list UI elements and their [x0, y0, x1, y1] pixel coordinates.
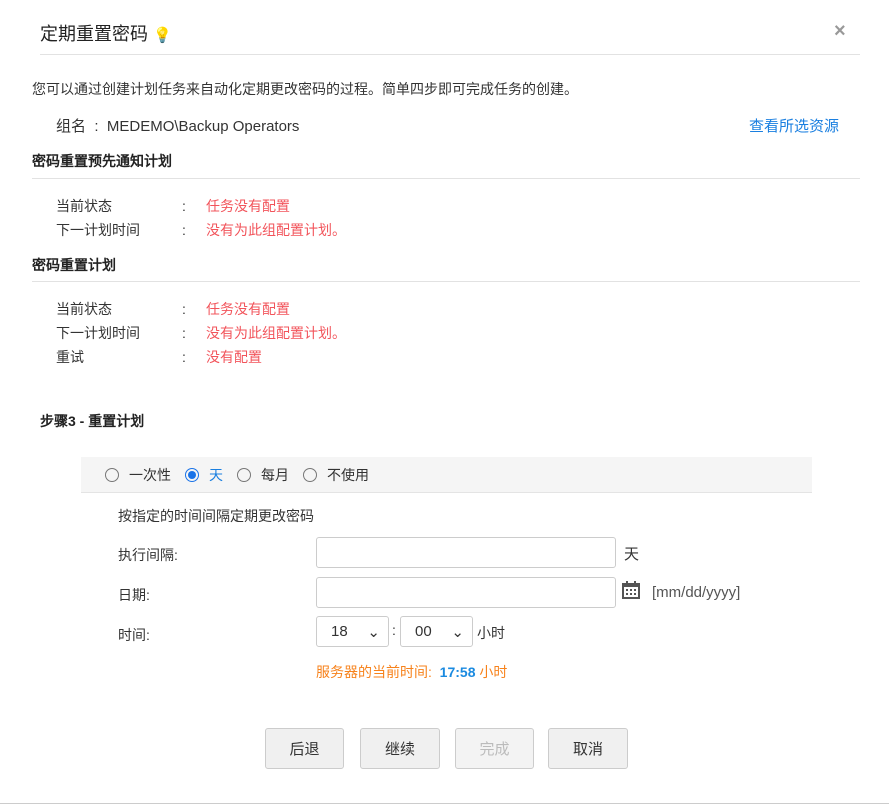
minute-select[interactable]: 00 ⌄ — [400, 616, 473, 647]
notify-row-status: 当前状态: 任务没有配置 — [56, 194, 346, 218]
colon: : — [182, 325, 186, 341]
lightbulb-icon: 💡 — [153, 27, 172, 44]
notify-heading: 密码重置预先通知计划 — [32, 153, 172, 169]
reset-heading: 密码重置计划 — [32, 257, 116, 273]
interval-unit: 天 — [624, 546, 640, 563]
dialog-title: 定期重置密码 💡 — [40, 20, 172, 46]
group-value: MEDEMO\Backup Operators — [106, 118, 300, 135]
row-value: 任务没有配置 — [206, 301, 290, 317]
server-time: 服务器的当前时间: 17:58 小时 — [316, 662, 507, 682]
row-label: 下一计划时间 — [56, 325, 140, 341]
notify-rows: 当前状态: 任务没有配置 下一计划时间: 没有为此组配置计划。 — [56, 194, 346, 242]
chevron-down-icon: ⌄ — [451, 623, 464, 641]
colon: : — [182, 198, 186, 214]
hour-select[interactable]: 18 ⌄ — [316, 616, 389, 647]
time-label: 时间: — [118, 627, 150, 643]
radio-daily[interactable] — [185, 467, 199, 482]
bottom-border — [0, 803, 889, 804]
calendar-icon[interactable] — [622, 581, 640, 602]
reset-row-status: 当前状态: 任务没有配置 — [56, 297, 346, 321]
hour-value: 18 — [331, 623, 348, 640]
continue-button[interactable]: 继续 — [360, 728, 440, 769]
date-input[interactable] — [316, 577, 616, 608]
divider — [32, 178, 860, 179]
group-label: 组名 — [56, 118, 87, 135]
reset-row-retry: 重试: 没有配置 — [56, 345, 346, 369]
close-icon[interactable]: × — [834, 20, 846, 43]
row-label: 当前状态 — [56, 198, 112, 214]
interval-label: 执行间隔: — [118, 547, 178, 563]
colon: : — [182, 222, 186, 238]
colon: : — [182, 301, 186, 317]
description: 您可以通过创建计划任务来自动化定期更改密码的过程。简单四步即可完成任务的创建。 — [32, 81, 578, 97]
interval-input[interactable] — [316, 537, 616, 568]
row-value: 任务没有配置 — [206, 198, 290, 214]
time-unit: 小时 — [477, 625, 505, 641]
date-label: 日期: — [118, 587, 150, 603]
radio-label[interactable]: 不使用 — [327, 465, 369, 485]
schedule-type-radio-group: 一次性 天 每月 不使用 — [81, 457, 812, 493]
server-time-value: 17:58 — [439, 664, 476, 680]
reset-rows: 当前状态: 任务没有配置 下一计划时间: 没有为此组配置计划。 重试: 没有配置 — [56, 297, 346, 369]
back-button[interactable]: 后退 — [265, 728, 344, 769]
chevron-down-icon: ⌄ — [367, 623, 380, 641]
cancel-button[interactable]: 取消 — [548, 728, 628, 769]
step-heading: 步骤3 - 重置计划 — [40, 413, 145, 429]
divider — [40, 54, 860, 55]
radio-label[interactable]: 天 — [209, 465, 223, 485]
radio-label[interactable]: 每月 — [261, 465, 289, 485]
radio-monthly[interactable] — [237, 467, 251, 482]
server-time-label: 服务器的当前时间: — [316, 664, 432, 680]
notify-row-next: 下一计划时间: 没有为此组配置计划。 — [56, 218, 346, 242]
time-separator: : — [392, 622, 396, 638]
row-value: 没有为此组配置计划。 — [206, 222, 346, 238]
row-label: 重试 — [56, 349, 84, 365]
minute-value: 00 — [415, 623, 432, 640]
radio-label[interactable]: 一次性 — [129, 465, 171, 485]
server-time-unit: 小时 — [479, 664, 508, 680]
finish-button[interactable]: 完成 — [455, 728, 534, 769]
divider — [32, 281, 860, 282]
date-format-hint: [mm/dd/yyyy] — [652, 584, 741, 601]
row-label: 当前状态 — [56, 301, 112, 317]
title-text: 定期重置密码 — [40, 24, 148, 44]
colon: : — [182, 349, 186, 365]
row-label: 下一计划时间 — [56, 222, 140, 238]
row-value: 没有为此组配置计划。 — [206, 325, 346, 341]
radio-once[interactable] — [105, 467, 119, 482]
group-name: 组名 : MEDEMO\Backup Operators — [56, 118, 300, 135]
radio-none[interactable] — [303, 467, 317, 482]
step-description: 按指定的时间间隔定期更改密码 — [118, 508, 314, 524]
view-selected-resources-link[interactable]: 查看所选资源 — [749, 115, 839, 136]
row-value: 没有配置 — [206, 349, 262, 365]
reset-row-next: 下一计划时间: 没有为此组配置计划。 — [56, 321, 346, 345]
